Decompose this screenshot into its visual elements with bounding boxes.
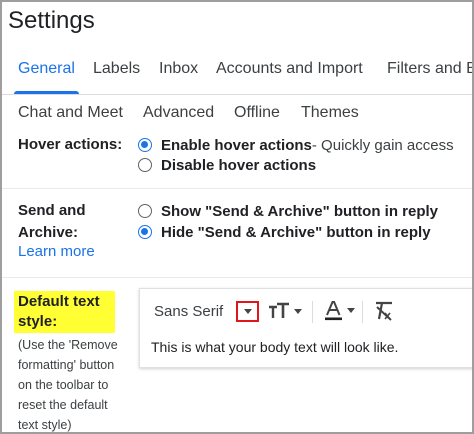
font-family-select[interactable]: Sans Serif [154,303,223,320]
help-line: (Use the 'Remove [18,338,118,352]
help-line: formatting' button [18,358,115,372]
radio-checked-icon[interactable] [138,225,152,239]
tab-chat-and-meet[interactable]: Chat and Meet [18,98,123,138]
default-text-style-label-line1: Default text [18,293,100,310]
radio-unchecked-icon[interactable] [138,204,152,218]
show-send-archive-option[interactable]: Show "Send & Archive" button in reply [138,200,438,222]
tab-inbox[interactable]: Inbox [159,54,198,94]
formatting-toolbar: Sans Serif [140,289,472,333]
help-line: on the toolbar to [18,378,109,392]
section-divider [2,277,472,278]
radio-unchecked-icon[interactable] [138,158,152,172]
secondary-tabs: Chat and Meet Advanced Offline Themes [2,98,472,128]
settings-page: Settings General Labels Inbox Accounts a… [0,0,474,434]
hover-actions-label: Hover actions: [18,136,123,153]
hide-send-archive-label: Hide "Send & Archive" button in reply [161,223,431,241]
tab-advanced[interactable]: Advanced [143,98,214,138]
enable-hover-label: Enable hover actions [161,136,312,154]
text-size-icon[interactable] [268,299,304,323]
primary-tabs: General Labels Inbox Accounts and Import… [2,54,472,94]
tab-offline[interactable]: Offline [234,98,280,138]
text-color-icon[interactable] [324,299,358,323]
section-divider [2,188,472,189]
page-title: Settings [8,7,95,34]
toolbar-separator [362,301,363,323]
help-line: reset the default [18,398,108,412]
remove-formatting-icon[interactable] [373,299,395,323]
disable-hover-label: Disable hover actions [161,156,317,174]
tab-accounts-and-import[interactable]: Accounts and Import [216,54,363,94]
default-text-style-help: (Use the 'Remove formatting' button on t… [18,335,134,432]
send-archive-label-line1: Send and [18,202,86,219]
enable-hover-option[interactable]: Enable hover actions - Quickly gain acce… [138,134,454,156]
toolbar-separator [312,301,313,323]
tab-labels[interactable]: Labels [93,54,140,94]
default-text-style-label-line2: style: [18,313,58,330]
tab-general[interactable]: General [14,54,79,94]
text-style-editor: Sans Serif This is what your body text w… [139,288,472,368]
body-text-preview: This is what your body text will look li… [151,339,399,355]
radio-checked-icon[interactable] [138,138,152,152]
hide-send-archive-option[interactable]: Hide "Send & Archive" button in reply [138,221,431,243]
tabs-divider [2,94,472,95]
help-line: text style) [18,418,72,432]
show-send-archive-label: Show "Send & Archive" button in reply [161,202,439,220]
disable-hover-option[interactable]: Disable hover actions [138,154,316,176]
send-archive-label-line2: Archive: [18,224,79,241]
font-dropdown-icon[interactable] [236,301,259,322]
tab-filters[interactable]: Filters and B [387,54,472,94]
enable-hover-description: - Quickly gain access [311,136,454,154]
tab-themes[interactable]: Themes [301,98,359,138]
learn-more-link[interactable]: Learn more [18,243,95,260]
default-text-style-label: Default text style: [14,291,115,333]
